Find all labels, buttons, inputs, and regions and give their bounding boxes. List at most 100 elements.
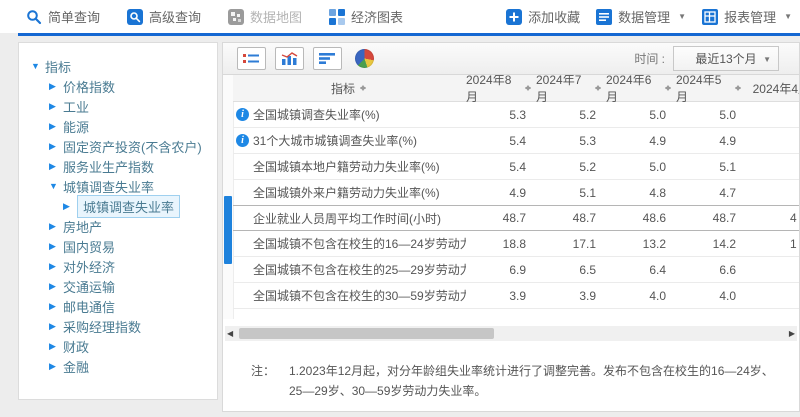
tree-item-label[interactable]: 城镇调查失业率: [77, 195, 180, 218]
table-row[interactable]: 全国城镇不包含在校生的16—24岁劳动力失业率(%)18.817.113.214…: [233, 231, 799, 257]
data-management-menu[interactable]: 数据管理 ▼: [596, 7, 686, 26]
vertical-scrollbar-thumb[interactable]: [224, 196, 232, 264]
tree-item[interactable]: ▶对外经济: [19, 256, 217, 276]
chevron-right-icon[interactable]: ▶: [49, 341, 63, 352]
add-favorite-button[interactable]: 添加收藏: [506, 7, 580, 26]
table-row[interactable]: 全国城镇不包含在校生的25—29岁劳动力失业率(%)6.96.56.46.6: [233, 257, 799, 283]
tree-item[interactable]: ▶固定资产投资(不含农户): [19, 136, 217, 156]
table-row[interactable]: 全国城镇外来户籍劳动力失业率(%)4.95.14.84.7: [233, 180, 799, 206]
chevron-right-icon[interactable]: ▶: [49, 241, 63, 252]
scroll-left-icon[interactable]: ◀: [227, 329, 233, 338]
chevron-right-icon[interactable]: ▶: [49, 161, 63, 172]
tree-item[interactable]: ▶能源: [19, 116, 217, 136]
chevron-right-icon[interactable]: ▶: [49, 261, 63, 272]
value-cell: 3.9: [466, 289, 536, 303]
tree-item-label[interactable]: 价格指数: [63, 77, 115, 96]
tree-item-label[interactable]: 国内贸易: [63, 237, 115, 256]
bar-chart-view-button[interactable]: [275, 47, 304, 70]
tree-item-label[interactable]: 采购经理指数: [63, 317, 141, 336]
tree-item-label[interactable]: 对外经济: [63, 257, 115, 276]
sort-icon[interactable]: [664, 82, 673, 94]
sort-icon[interactable]: [594, 82, 603, 94]
value-cell: 5.2: [536, 160, 606, 174]
tree-item[interactable]: ▶价格指数: [19, 76, 217, 96]
tree-item-label[interactable]: 工业: [63, 97, 89, 116]
chevron-right-icon[interactable]: ▶: [49, 321, 63, 332]
tree-item-label[interactable]: 城镇调查失业率: [63, 177, 154, 196]
nav-advanced-query[interactable]: 高级查询: [127, 7, 201, 26]
tree-item[interactable]: ▶工业: [19, 96, 217, 116]
report-management-menu[interactable]: 报表管理 ▼: [702, 7, 792, 26]
tree-item-label[interactable]: 能源: [63, 117, 89, 136]
value-cell: 4.9: [606, 134, 676, 148]
tree-item[interactable]: ▼城镇调查失业率: [19, 176, 217, 196]
tree-item[interactable]: ▼指标: [19, 56, 217, 76]
tree-item-label[interactable]: 指标: [45, 57, 71, 76]
tree-item[interactable]: ▶采购经理指数: [19, 316, 217, 336]
nav-simple-query[interactable]: 简单查询: [26, 7, 100, 26]
chevron-right-icon[interactable]: ▶: [49, 81, 63, 92]
report-management-label: 报表管理: [724, 7, 776, 26]
chevron-right-icon[interactable]: ▶: [49, 281, 63, 292]
sort-icon[interactable]: [359, 82, 368, 94]
chevron-right-icon[interactable]: ▶: [63, 201, 77, 212]
value-cell: 5.3: [466, 108, 536, 122]
tree-item[interactable]: ▶交通运输: [19, 276, 217, 296]
tree-item[interactable]: ▶城镇调查失业率: [19, 196, 217, 216]
tree-item[interactable]: ▶财政: [19, 336, 217, 356]
indicator-cell: i全国城镇调查失业率(%): [233, 106, 466, 123]
tree-item[interactable]: ▶金融: [19, 356, 217, 376]
table-row[interactable]: i31个大城市城镇调查失业率(%)5.45.34.94.9: [233, 128, 799, 154]
table-row[interactable]: i全国城镇调查失业率(%)5.35.25.05.0: [233, 102, 799, 128]
horizontal-scrollbar-thumb[interactable]: [239, 328, 494, 339]
chevron-right-icon[interactable]: ▶: [49, 121, 63, 132]
tree-item-label[interactable]: 交通运输: [63, 277, 115, 296]
column-header[interactable]: 2024年4月: [746, 75, 799, 101]
table-row[interactable]: 企业就业人员周平均工作时间(小时)48.748.748.648.74: [233, 205, 799, 231]
pie-chart-view-button[interactable]: [351, 48, 378, 69]
info-icon[interactable]: i: [236, 134, 249, 147]
tree-item-label[interactable]: 固定资产投资(不含农户): [63, 137, 202, 156]
time-range-value: 最近13个月: [695, 50, 756, 67]
table-row[interactable]: 全国城镇本地户籍劳动力失业率(%)5.45.25.05.1: [233, 154, 799, 180]
sort-icon[interactable]: [734, 82, 743, 94]
horizontal-scrollbar[interactable]: ◀ ▶: [225, 326, 797, 341]
value-cell: 3.9: [536, 289, 606, 303]
list-view-button[interactable]: [237, 47, 266, 70]
tree-item[interactable]: ▶国内贸易: [19, 236, 217, 256]
chevron-right-icon[interactable]: ▶: [49, 221, 63, 232]
nav-econ-charts[interactable]: 经济图表: [329, 7, 403, 26]
chevron-down-icon[interactable]: ▼: [31, 61, 45, 71]
nav-data-map[interactable]: 数据地图: [228, 7, 302, 26]
column-header[interactable]: 2024年8月: [466, 75, 536, 101]
tree-item-label[interactable]: 房地产: [63, 217, 102, 236]
map-icon: [228, 9, 244, 25]
top-navbar-right: 添加收藏 数据管理 ▼ 报表管理 ▼: [506, 0, 792, 33]
column-header[interactable]: 2024年6月: [606, 75, 676, 101]
chevron-right-icon[interactable]: ▶: [49, 361, 63, 372]
tree-item[interactable]: ▶邮电通信: [19, 296, 217, 316]
chevron-right-icon[interactable]: ▶: [49, 101, 63, 112]
table-row[interactable]: 全国城镇不包含在校生的30—59岁劳动力失业率(%)3.93.94.04.0: [233, 283, 799, 309]
grid-chart-icon: [329, 9, 345, 25]
time-range-select[interactable]: 最近13个月 ▼: [673, 46, 779, 71]
chevron-down-icon[interactable]: ▼: [49, 181, 63, 191]
tree-item-label[interactable]: 金融: [63, 357, 89, 376]
horizontal-bar-view-button[interactable]: [313, 47, 342, 70]
plus-square-icon: [506, 9, 522, 25]
chevron-right-icon[interactable]: ▶: [49, 141, 63, 152]
tree-item-label[interactable]: 服务业生产指数: [63, 157, 154, 176]
column-header[interactable]: 2024年7月: [536, 75, 606, 101]
scroll-right-icon[interactable]: ▶: [789, 329, 795, 338]
data-management-label: 数据管理: [618, 7, 670, 26]
tree-item-label[interactable]: 财政: [63, 337, 89, 356]
tree-item-label[interactable]: 邮电通信: [63, 297, 115, 316]
note-text: 1.2023年12月起，对分年龄组失业率统计进行了调整完善。发布不包含在校生的1…: [289, 361, 781, 401]
info-icon[interactable]: i: [236, 108, 249, 121]
tree-item[interactable]: ▶服务业生产指数: [19, 156, 217, 176]
column-header[interactable]: 2024年5月: [676, 75, 746, 101]
sort-icon[interactable]: [524, 82, 533, 94]
column-header[interactable]: 指标: [233, 75, 466, 101]
chevron-right-icon[interactable]: ▶: [49, 301, 63, 312]
tree-item[interactable]: ▶房地产: [19, 216, 217, 236]
